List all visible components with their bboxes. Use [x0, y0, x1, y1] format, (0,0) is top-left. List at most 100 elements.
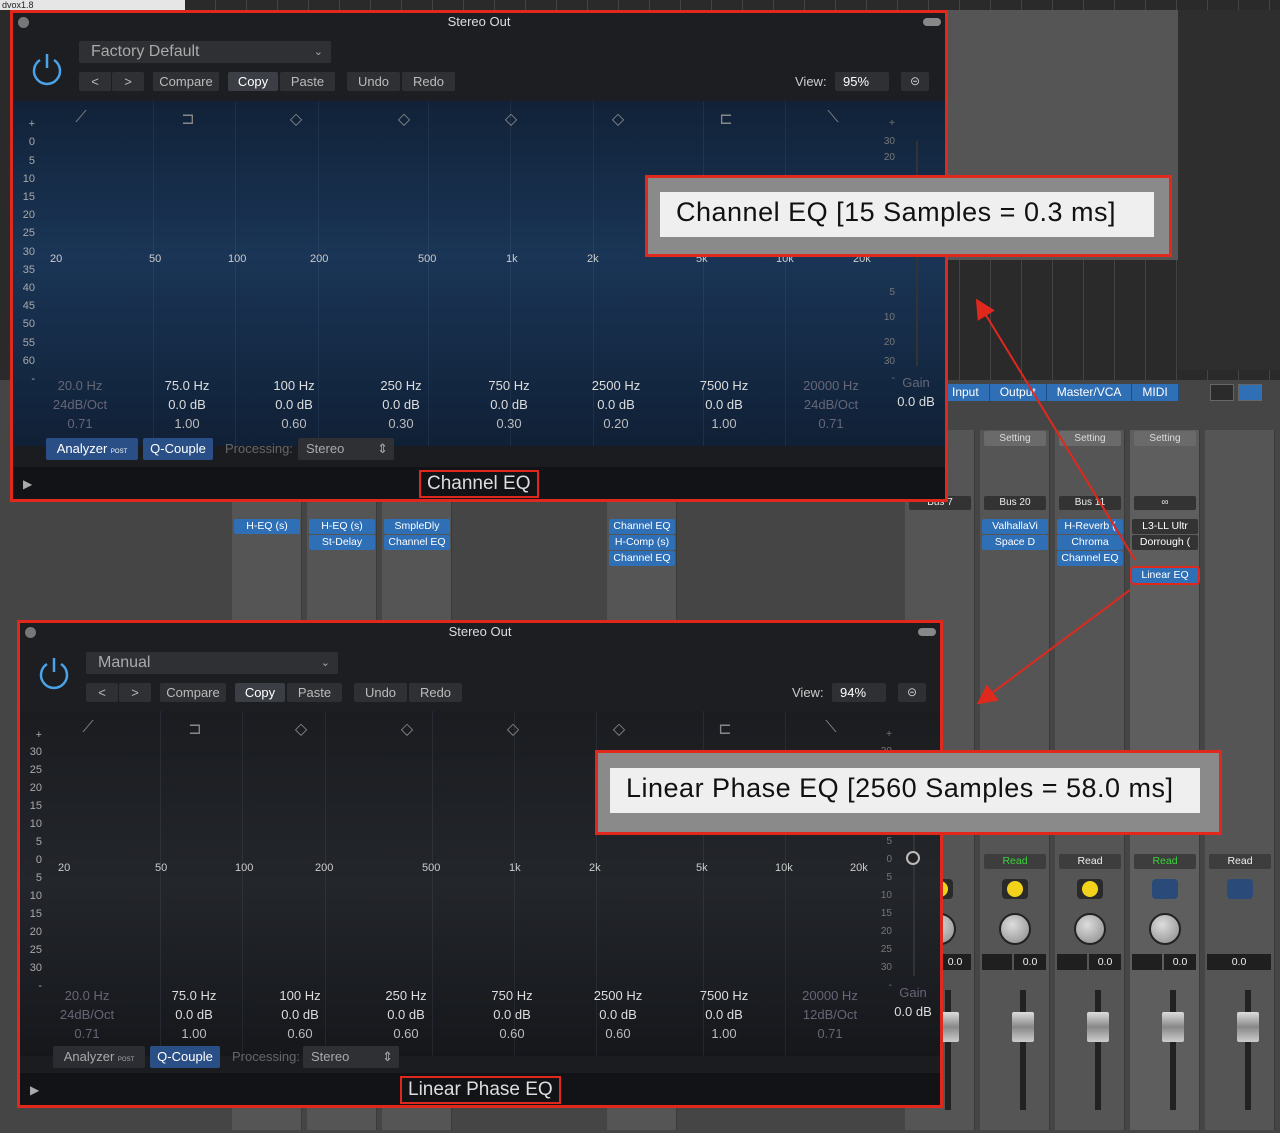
band-1-params[interactable]: 20.0 Hz 24dB/Oct 0.71	[35, 376, 125, 433]
highcut-icon[interactable]: ⟍	[818, 109, 848, 127]
close-button[interactable]	[18, 17, 29, 28]
tab-master-vca[interactable]: Master/VCA	[1046, 384, 1133, 401]
split-view-icon[interactable]	[1238, 384, 1262, 401]
preset-menu[interactable]: Factory Default ⌄	[79, 41, 331, 63]
band-8-params[interactable]: 20000 Hz 12dB/Oct 0.71	[785, 986, 875, 1043]
plugin-slot[interactable]: Channel EQ	[609, 551, 675, 566]
link-icon[interactable]: ⊝	[898, 683, 926, 702]
band-2-params[interactable]: 75.0 Hz 0.0 dB 1.00	[142, 376, 232, 433]
band-1-params[interactable]: 20.0 Hz 24dB/Oct 0.71	[42, 986, 132, 1043]
view-zoom-select[interactable]: 94%	[832, 683, 886, 702]
link-button[interactable]: ∞	[1134, 496, 1196, 510]
plugin-slot[interactable]: H-EQ (s)	[234, 519, 300, 534]
band-6-params[interactable]: 2500 Hz 0.0 dB 0.60	[573, 986, 663, 1043]
window-pill-button[interactable]	[918, 628, 936, 636]
analyzer-button[interactable]: Analyzer POST	[46, 438, 138, 460]
plugin-slot[interactable]: H-Comp (s)	[609, 535, 675, 550]
master-gain[interactable]: Gain 0.0 dB	[891, 373, 941, 411]
plugin-slot[interactable]: St-Delay	[309, 535, 375, 550]
setting-button[interactable]: Setting	[984, 431, 1046, 446]
setting-button[interactable]: Setting	[1059, 431, 1121, 446]
bell-band-icon[interactable]: ◇	[392, 719, 422, 739]
compare-button[interactable]: Compare	[153, 72, 219, 91]
highshelf-icon[interactable]: ⊏	[710, 719, 740, 739]
pan-knob[interactable]	[1074, 913, 1106, 945]
waveform-icon[interactable]	[1227, 879, 1253, 899]
tab-output[interactable]: Output	[989, 384, 1047, 401]
bell-band-icon[interactable]: ◇	[281, 109, 311, 129]
lowshelf-icon[interactable]: ⊐	[173, 109, 203, 129]
band-3-params[interactable]: 100 Hz 0.0 dB 0.60	[249, 376, 339, 433]
band-5-params[interactable]: 750 Hz 0.0 dB 0.30	[464, 376, 554, 433]
band-3-params[interactable]: 100 Hz 0.0 dB 0.60	[255, 986, 345, 1043]
paste-button[interactable]: Paste	[287, 683, 342, 702]
plugin-slot[interactable]: ValhallaVi	[982, 519, 1048, 534]
plugin-slot[interactable]: Channel EQ	[384, 535, 450, 550]
plugin-slot[interactable]: SmpleDly	[384, 519, 450, 534]
disclosure-triangle-icon[interactable]: ▶	[30, 1083, 39, 1097]
redo-button[interactable]: Redo	[402, 72, 455, 91]
bell-band-icon[interactable]: ◇	[286, 719, 316, 739]
bell-band-icon[interactable]: ◇	[496, 109, 526, 129]
view-zoom-select[interactable]: 95%	[835, 72, 889, 91]
track-tab[interactable]: dvox1.8	[0, 0, 185, 10]
band-6-params[interactable]: 2500 Hz 0.0 dB 0.20	[571, 376, 661, 433]
fader-cap[interactable]	[1162, 1012, 1184, 1042]
plugin-slot[interactable]: H-EQ (s)	[309, 519, 375, 534]
band-2-params[interactable]: 75.0 Hz 0.0 dB 1.00	[149, 986, 239, 1043]
gain-slider-handle[interactable]	[906, 851, 920, 865]
eq-graph[interactable]: ⟋ ⊐ ◇ ◇ ◇ ◇ ⊏ ⟍ + 0 5 10 15 20 25 30 35 …	[13, 101, 945, 446]
copy-button[interactable]: Copy	[235, 683, 285, 702]
columns-icon[interactable]	[1210, 384, 1234, 401]
tab-input[interactable]: Input	[942, 384, 990, 401]
fader-cap[interactable]	[1237, 1012, 1259, 1042]
power-icon[interactable]	[36, 655, 72, 691]
band-5-params[interactable]: 750 Hz 0.0 dB 0.60	[467, 986, 557, 1043]
lowcut-icon[interactable]: ⟋	[73, 719, 103, 737]
disclosure-triangle-icon[interactable]: ▶	[23, 477, 32, 491]
waveform-icon[interactable]	[1152, 879, 1178, 899]
preset-menu[interactable]: Manual ⌄	[86, 652, 338, 674]
band-7-params[interactable]: 7500 Hz 0.0 dB 1.00	[679, 986, 769, 1043]
plugin-slot[interactable]: H-Reverb (	[1057, 519, 1123, 534]
compare-button[interactable]: Compare	[160, 683, 226, 702]
processing-select[interactable]: Stereo ⇕	[298, 438, 394, 460]
pan-knob[interactable]	[1149, 913, 1181, 945]
plugin-slot[interactable]: Channel EQ	[609, 519, 675, 534]
redo-button[interactable]: Redo	[409, 683, 462, 702]
paste-button[interactable]: Paste	[280, 72, 335, 91]
fader-cap[interactable]	[1012, 1012, 1034, 1042]
window-pill-button[interactable]	[923, 18, 941, 26]
power-icon[interactable]	[29, 51, 65, 87]
plugin-slot-linear-eq[interactable]: Linear EQ	[1130, 566, 1200, 585]
band-8-params[interactable]: 20000 Hz 24dB/Oct 0.71	[786, 376, 876, 433]
automation-mode[interactable]: Read	[1209, 854, 1271, 869]
master-gain[interactable]: Gain 0.0 dB	[888, 983, 938, 1021]
setting-button[interactable]: Setting	[1134, 431, 1196, 446]
q-couple-button[interactable]: Q-Couple	[143, 438, 213, 460]
q-couple-button[interactable]: Q-Couple	[150, 1046, 220, 1068]
bell-band-icon[interactable]: ◇	[604, 719, 634, 739]
prev-preset-button[interactable]: <	[86, 683, 118, 702]
prev-preset-button[interactable]: <	[79, 72, 111, 91]
bus-send[interactable]: Bus 11	[1059, 496, 1121, 510]
lowcut-icon[interactable]: ⟋	[66, 109, 96, 127]
copy-button[interactable]: Copy	[228, 72, 278, 91]
lowshelf-icon[interactable]: ⊐	[180, 719, 210, 739]
bell-band-icon[interactable]: ◇	[498, 719, 528, 739]
analyzer-button[interactable]: Analyzer POST	[53, 1046, 145, 1068]
plugin-slot[interactable]: L3-LL Ultr	[1132, 519, 1198, 534]
close-button[interactable]	[25, 627, 36, 638]
band-4-params[interactable]: 250 Hz 0.0 dB 0.30	[356, 376, 446, 433]
undo-button[interactable]: Undo	[354, 683, 407, 702]
band-7-params[interactable]: 7500 Hz 0.0 dB 1.00	[679, 376, 769, 433]
plugin-slot[interactable]: Dorrough (	[1132, 535, 1198, 550]
automation-icon[interactable]	[1077, 879, 1103, 899]
automation-icon[interactable]	[1002, 879, 1028, 899]
bus-send[interactable]: Bus 20	[984, 496, 1046, 510]
link-icon[interactable]: ⊝	[901, 72, 929, 91]
plugin-slot[interactable]: Channel EQ	[1057, 551, 1123, 566]
processing-select[interactable]: Stereo ⇕	[303, 1046, 399, 1068]
plugin-slot[interactable]: Space D	[982, 535, 1048, 550]
highshelf-icon[interactable]: ⊏	[711, 109, 741, 129]
